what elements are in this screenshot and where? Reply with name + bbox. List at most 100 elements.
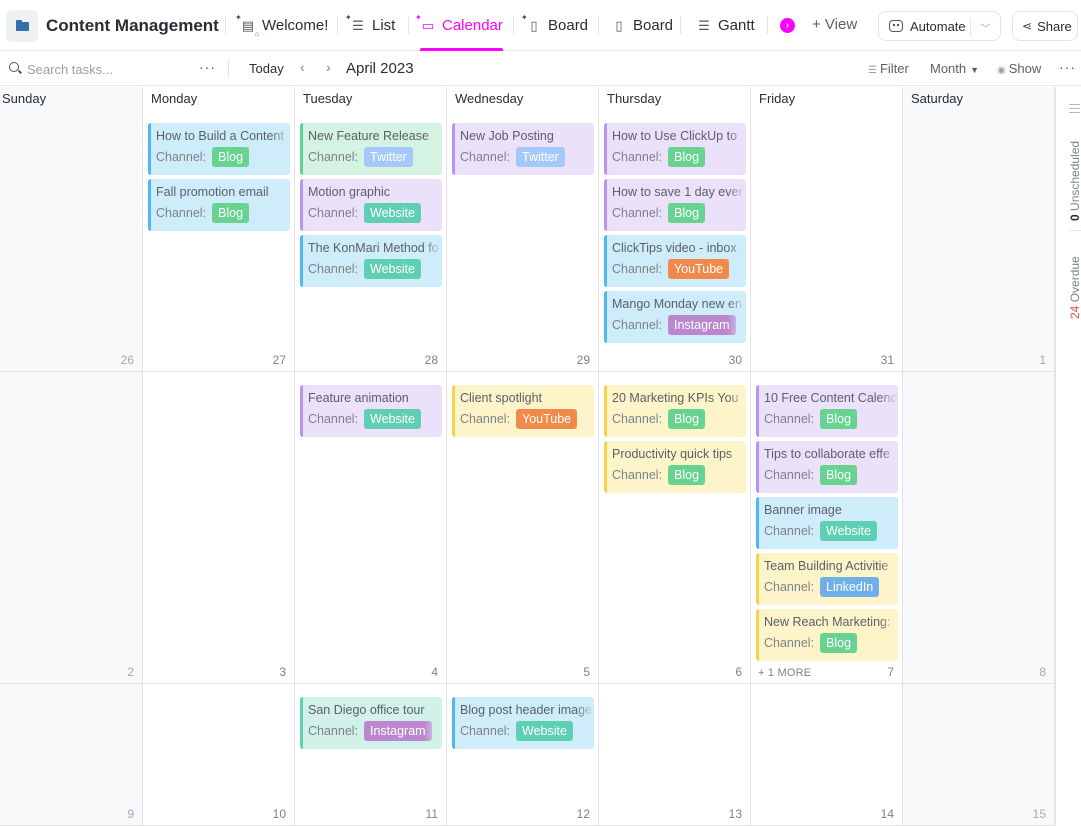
task-card[interactable]: Banner image Channel: Website: [756, 497, 898, 549]
task-card[interactable]: Mango Monday new en Channel: Instagram: [604, 291, 746, 343]
channel-tag: Twitter: [364, 147, 413, 167]
day-cell[interactable]: 31: [751, 110, 903, 372]
automate-button[interactable]: Automate ﹀: [878, 11, 1001, 41]
channel-tag: Instagram: [364, 721, 432, 741]
channel-tag: Instagram: [668, 315, 736, 335]
prev-month-button[interactable]: ‹: [300, 59, 305, 75]
day-cell[interactable]: 1: [903, 110, 1055, 372]
gantt-icon: ☰: [698, 17, 710, 33]
share-button[interactable]: ⋖ Share: [1012, 11, 1078, 41]
pin-icon: ✦: [345, 12, 352, 22]
task-card[interactable]: Fall promotion email Channel: Blog: [148, 179, 290, 231]
task-card[interactable]: ClickTips video - inbox Channel: YouTube: [604, 235, 746, 287]
day-cell[interactable]: How to Use ClickUp to Channel: Blog How to …: [599, 110, 751, 372]
filter-label: Filter: [879, 61, 909, 76]
chevron-down-icon[interactable]: ﹀: [970, 18, 1000, 36]
day-number: 26: [120, 353, 134, 367]
day-cell[interactable]: Feature animation Channel: Website 4: [295, 372, 447, 684]
channel-label: Channel:: [764, 580, 815, 594]
day-cell[interactable]: How to Build a Content Channel: Blog Fall p…: [143, 110, 295, 372]
tab-board[interactable]: ▯ Board: [611, 0, 673, 51]
task-card[interactable]: Client spotlight Channel: YouTube: [452, 385, 594, 437]
task-card[interactable]: Productivity quick tips Channel: Blog: [604, 441, 746, 493]
channel-tag: Blog: [668, 465, 706, 485]
show-more-link[interactable]: + 1 MORE: [758, 667, 811, 679]
task-card[interactable]: How to Build a Content Channel: Blog: [148, 123, 290, 175]
day-cell[interactable]: Blog post header image Channel: Website 12: [447, 684, 599, 826]
task-card[interactable]: San Diego office tour Channel: Instagram: [300, 697, 442, 749]
task-card[interactable]: 10 Free Content Calend Channel: Blog: [756, 385, 898, 437]
day-cell[interactable]: 26: [0, 110, 143, 372]
task-card[interactable]: 20 Marketing KPIs You Channel: Blog: [604, 385, 746, 437]
caret-down-icon: ▼: [970, 65, 980, 75]
day-cell[interactable]: 13: [599, 684, 751, 826]
task-card[interactable]: Feature animation Channel: Website: [300, 385, 442, 437]
day-cell[interactable]: 20 Marketing KPIs You Channel: Blog Product…: [599, 372, 751, 684]
tab-welcome[interactable]: ✦ ▤ ⌂ Welcome!: [235, 0, 328, 51]
show-label: Show: [1008, 61, 1042, 76]
task-card[interactable]: Blog post header image Channel: Website: [452, 697, 594, 749]
divider: [337, 16, 338, 34]
day-cell[interactable]: 15: [903, 684, 1055, 826]
task-card[interactable]: New Job Posting Channel: Twitter: [452, 123, 594, 175]
day-cell[interactable]: 10: [143, 684, 295, 826]
more-options-button[interactable]: ···: [1059, 59, 1076, 75]
channel-label: Channel:: [156, 150, 207, 164]
task-card[interactable]: Motion graphic Channel: Website: [300, 179, 442, 231]
day-number: 13: [728, 807, 742, 821]
menu-lines-icon[interactable]: [1069, 104, 1080, 113]
channel-tag: Website: [364, 259, 421, 279]
task-card[interactable]: How to Use ClickUp to Channel: Blog: [604, 123, 746, 175]
channel-tag: Website: [364, 203, 421, 223]
task-card[interactable]: New Feature Release Channel: Twitter: [300, 123, 442, 175]
weekday-header-friday: Friday: [751, 87, 903, 110]
task-title: New Job Posting: [460, 129, 554, 143]
task-title: How to save 1 day ever: [612, 185, 743, 199]
task-card[interactable]: How to save 1 day ever Channel: Blog: [604, 179, 746, 231]
day-number: 11: [425, 807, 438, 821]
view-mode-dropdown[interactable]: Month ▼: [930, 61, 979, 76]
day-cell[interactable]: New Feature Release Channel: Twitter Motion…: [295, 110, 447, 372]
show-button[interactable]: ◉ Show: [997, 61, 1041, 76]
task-card[interactable]: Tips to collaborate effe Channel: Blog: [756, 441, 898, 493]
next-month-button[interactable]: ›: [326, 59, 331, 75]
day-cell[interactable]: 8: [903, 372, 1055, 684]
day-cell[interactable]: New Job Posting Channel: Twitter 29: [447, 110, 599, 372]
space-icon-button[interactable]: [6, 10, 38, 42]
divider: [408, 16, 409, 34]
overdue-tab[interactable]: 24 Overdue: [1068, 256, 1081, 319]
day-cell[interactable]: San Diego office tour Channel: Instagram 11: [295, 684, 447, 826]
add-view-button[interactable]: + View: [812, 16, 857, 33]
divider: [513, 16, 514, 34]
today-button[interactable]: Today: [249, 61, 284, 76]
day-cell[interactable]: 9: [0, 684, 143, 826]
channel-tag: Website: [364, 409, 421, 429]
day-number: 10: [272, 807, 286, 821]
task-card[interactable]: New Reach Marketing: Channel: Blog: [756, 609, 898, 661]
tab-gantt[interactable]: ☰ Gantt: [696, 0, 755, 51]
channel-label: Channel:: [612, 262, 663, 276]
tab-list[interactable]: ✦ ☰ List: [345, 0, 395, 51]
channel-label: Channel:: [460, 724, 511, 738]
day-cell[interactable]: Client spotlight Channel: YouTube 5: [447, 372, 599, 684]
search-input[interactable]: [27, 59, 187, 79]
search-icon: [9, 62, 19, 72]
channel-label: Channel:: [308, 150, 359, 164]
channel-label: Channel:: [612, 206, 663, 220]
day-number: 14: [880, 807, 894, 821]
day-cell[interactable]: 2: [0, 372, 143, 684]
task-title: How to Build a Content: [156, 129, 284, 143]
unscheduled-label: Unscheduled: [1068, 140, 1081, 211]
tab-board-pinned[interactable]: ✦ ▯ Board: [521, 0, 589, 51]
tab-label: Board: [548, 17, 589, 34]
day-cell[interactable]: 10 Free Content Calend Channel: Blog Tips t…: [751, 372, 903, 684]
tab-calendar[interactable]: ✦ ▭ Calendar: [415, 0, 503, 51]
day-cell[interactable]: 14: [751, 684, 903, 826]
day-cell[interactable]: 3: [143, 372, 295, 684]
search-options-button[interactable]: ···: [199, 59, 216, 75]
task-card[interactable]: Team Building Activitie Channel: LinkedIn: [756, 553, 898, 605]
chevron-right-circle-icon[interactable]: ›: [780, 18, 795, 33]
unscheduled-tab[interactable]: 0 Unscheduled: [1068, 141, 1081, 221]
task-card[interactable]: The KonMari Method fo Channel: Website: [300, 235, 442, 287]
filter-button[interactable]: ☰ Filter: [868, 61, 909, 76]
